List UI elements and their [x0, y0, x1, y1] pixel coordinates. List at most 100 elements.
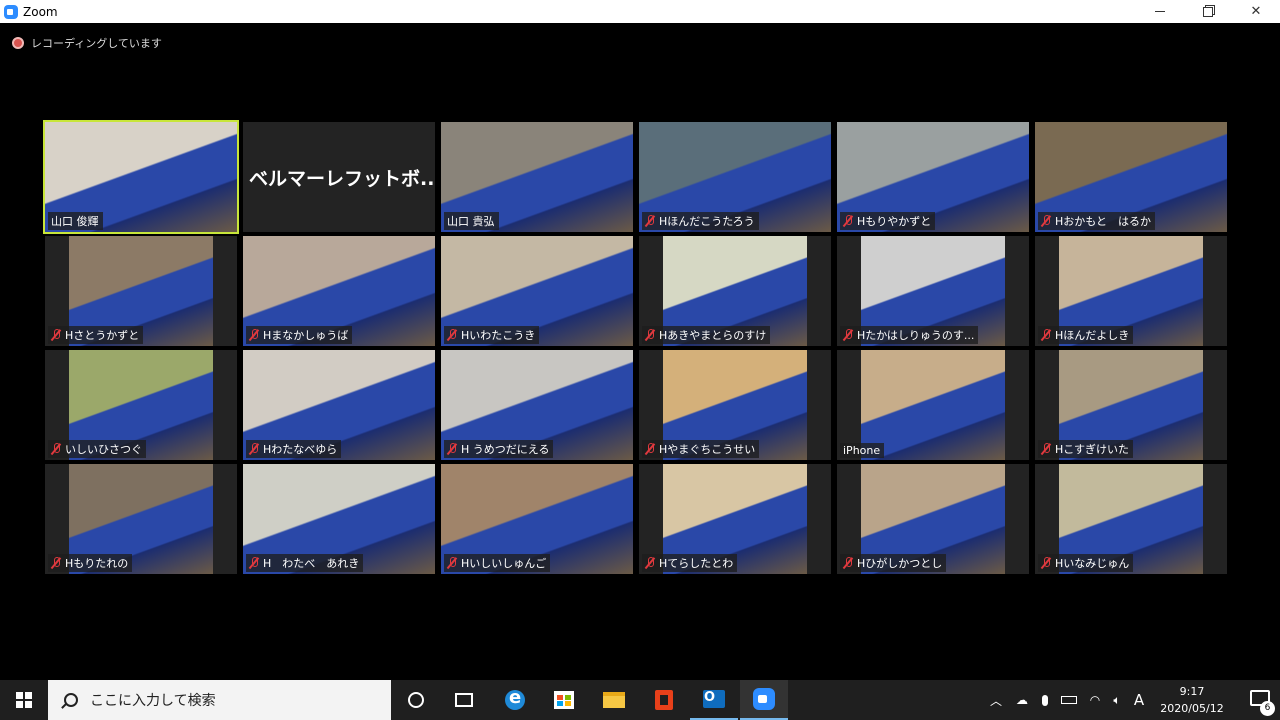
- task-view-button[interactable]: [440, 680, 488, 720]
- recording-indicator[interactable]: レコーディングしています: [12, 35, 162, 51]
- participant-tile[interactable]: 山口 貴弘: [441, 122, 633, 232]
- outlook-button[interactable]: [690, 680, 738, 720]
- participant-tile[interactable]: iPhone: [837, 350, 1029, 460]
- participant-name-large: ベルマーレフットボ...: [249, 167, 435, 190]
- participant-name: 山口 貴弘: [447, 215, 495, 228]
- microphone-muted-icon: [645, 443, 655, 455]
- edge-button[interactable]: [491, 680, 539, 720]
- microphone-muted-icon: [645, 215, 655, 227]
- cortana-button[interactable]: [392, 680, 440, 720]
- record-icon: [12, 37, 24, 49]
- participant-tile[interactable]: Hもりたれの: [45, 464, 237, 574]
- edge-icon: [505, 687, 525, 710]
- participant-tile[interactable]: Hほんだよしき: [1035, 236, 1227, 346]
- close-button[interactable]: ✕: [1232, 0, 1280, 23]
- participant-name: Hわたなべゆら: [263, 443, 338, 456]
- participant-tile[interactable]: Hさとうかずと: [45, 236, 237, 346]
- office-button[interactable]: [640, 680, 688, 720]
- participant-tile[interactable]: Hやまぐちこうせい: [639, 350, 831, 460]
- microphone-muted-icon: [1041, 443, 1051, 455]
- participant-name-label: Hわたなべゆら: [246, 440, 342, 458]
- chevron-up-icon: ︿: [989, 693, 1002, 708]
- microphone-muted-icon: [1041, 557, 1051, 569]
- ime-label: A: [1133, 691, 1145, 709]
- participant-name-label: Hひがしかつとし: [840, 554, 947, 572]
- participant-name-label: 山口 貴弘: [444, 212, 499, 230]
- volume-button[interactable]: 🔈︎: [1106, 680, 1128, 720]
- title-bar: Zoom ✕: [0, 0, 1280, 23]
- participant-name-label: Hあきやまとらのすけ: [642, 326, 771, 344]
- participant-name: Hたかはしりゅうのす...: [857, 329, 975, 342]
- cortana-icon: [408, 692, 424, 708]
- participant-tile[interactable]: H わたべ あれき: [243, 464, 435, 574]
- file-explorer-icon: [603, 692, 625, 708]
- participant-tile[interactable]: Hほんだこうたろう: [639, 122, 831, 232]
- participant-tile[interactable]: Hわたなべゆら: [243, 350, 435, 460]
- microphone-muted-icon: [51, 443, 61, 455]
- microphone-muted-icon: [843, 215, 853, 227]
- task-view-icon: [455, 693, 473, 707]
- participant-tile[interactable]: 山口 俊輝: [43, 120, 239, 234]
- participant-tile[interactable]: Hてらしたとわ: [639, 464, 831, 574]
- zoom-taskbar-button[interactable]: [740, 680, 788, 720]
- participant-name-label: Hさとうかずと: [48, 326, 144, 344]
- participant-name: H うめつだにえる: [461, 443, 550, 456]
- start-button[interactable]: [0, 680, 48, 720]
- participant-name-label: Hほんだよしき: [1038, 326, 1134, 344]
- wifi-icon: ◠: [1089, 693, 1101, 707]
- microphone-muted-icon: [51, 329, 61, 341]
- participant-tile[interactable]: Hあきやまとらのすけ: [639, 236, 831, 346]
- participant-name-label: Hおかもと はるか: [1038, 212, 1156, 230]
- participant-tile[interactable]: Hこすぎけいた: [1035, 350, 1227, 460]
- participant-name: いしいひさつぐ: [65, 443, 142, 456]
- show-hidden-icons-button[interactable]: ︿: [986, 680, 1006, 720]
- network-button[interactable]: ◠: [1084, 680, 1106, 720]
- store-icon: [554, 691, 574, 709]
- participant-name: Hてらしたとわ: [659, 557, 734, 570]
- participant-name: Hほんだよしき: [1055, 329, 1130, 342]
- participant-name: Hやまぐちこうせい: [659, 443, 756, 456]
- outlook-icon: [703, 690, 725, 708]
- recording-label: レコーディングしています: [31, 37, 162, 50]
- participant-tile[interactable]: Hまなかしゅうば: [243, 236, 435, 346]
- taskbar-search-box[interactable]: ここに入力して検索: [48, 680, 391, 720]
- microphone-muted-icon: [249, 557, 259, 569]
- participant-tile[interactable]: Hいわたこうき: [441, 236, 633, 346]
- microphone-muted-icon: [1041, 215, 1051, 227]
- participant-name-label: Hいわたこうき: [444, 326, 540, 344]
- participant-name: Hもりやかずと: [857, 215, 932, 228]
- participant-tile[interactable]: Hもりやかずと: [837, 122, 1029, 232]
- microphone-muted-icon: [249, 329, 259, 341]
- clock[interactable]: 9:17 2020/05/12: [1152, 683, 1232, 717]
- participant-tile[interactable]: いしいひさつぐ: [45, 350, 237, 460]
- participant-name: Hいしいしゅんご: [461, 557, 547, 570]
- office-icon: [655, 690, 673, 710]
- participant-tile[interactable]: Hおかもと はるか: [1035, 122, 1227, 232]
- onedrive-button[interactable]: ☁: [1010, 680, 1034, 720]
- participant-tile[interactable]: H うめつだにえる: [441, 350, 633, 460]
- battery-button[interactable]: [1058, 680, 1080, 720]
- maximize-button[interactable]: [1184, 0, 1232, 23]
- participant-name-label: Hてらしたとわ: [642, 554, 738, 572]
- participant-tile[interactable]: Hたかはしりゅうのす...: [837, 236, 1029, 346]
- window-controls: ✕: [1136, 0, 1280, 23]
- participant-name: Hいわたこうき: [461, 329, 536, 342]
- microphone-button[interactable]: [1036, 680, 1054, 720]
- participant-tile[interactable]: Hいしいしゅんご: [441, 464, 633, 574]
- participant-name: Hほんだこうたろう: [659, 215, 755, 228]
- notification-count: 6: [1260, 701, 1275, 716]
- participant-tile[interactable]: Hひがしかつとし: [837, 464, 1029, 574]
- participant-tile[interactable]: ベルマーレフットボ...: [243, 122, 435, 232]
- microphone-muted-icon: [645, 557, 655, 569]
- microphone-muted-icon: [1041, 329, 1051, 341]
- microphone-muted-icon: [645, 329, 655, 341]
- microphone-muted-icon: [447, 329, 457, 341]
- store-button[interactable]: [540, 680, 588, 720]
- participant-name-label: iPhone: [840, 443, 885, 458]
- ime-indicator[interactable]: A: [1128, 680, 1150, 720]
- minimize-button[interactable]: [1136, 0, 1184, 23]
- clock-time: 9:17: [1179, 685, 1205, 698]
- file-explorer-button[interactable]: [590, 680, 638, 720]
- participant-tile[interactable]: Hいなみじゅん: [1035, 464, 1227, 574]
- participant-name: Hもりたれの: [65, 557, 129, 570]
